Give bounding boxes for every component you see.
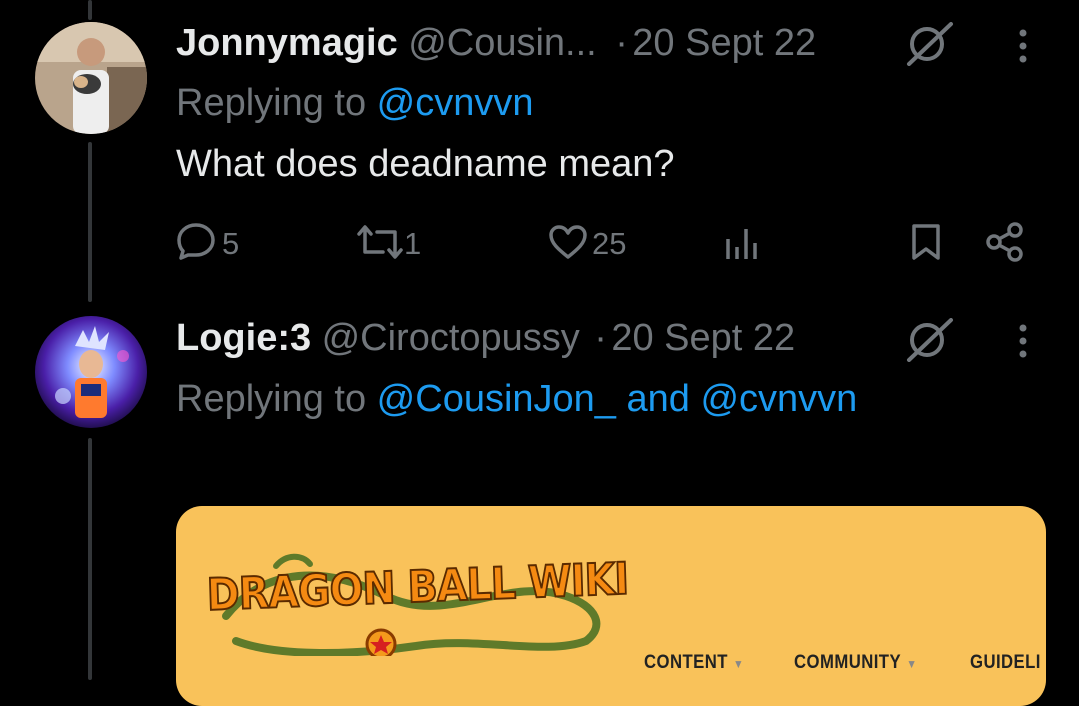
thread-line-top: [88, 0, 92, 20]
tweet-date[interactable]: 20 Sept 22: [611, 317, 795, 359]
wiki-nav-community[interactable]: COMMUNITY ▼: [794, 652, 917, 674]
bookmark-icon[interactable]: [910, 223, 942, 261]
reply-icon[interactable]: [176, 222, 216, 260]
like-icon[interactable]: [548, 224, 588, 260]
replying-to: Replying to @cvnvvn: [176, 82, 534, 125]
replying-and: and: [615, 378, 701, 420]
tweet-date[interactable]: 20 Sept 22: [632, 22, 816, 64]
thread-line-bottom: [88, 438, 92, 680]
user-handle[interactable]: @Ciroctopussy: [322, 317, 580, 359]
grok-icon[interactable]: [903, 318, 955, 362]
tweet-header: Logie:3 @Ciroctopussy · 20 Sept 22: [176, 317, 795, 360]
retweet-count: 1: [404, 226, 422, 261]
replying-to: Replying to @CousinJon_ and @cvnvvn: [176, 378, 857, 421]
avatar[interactable]: [35, 22, 147, 134]
reply-mention[interactable]: @cvnvvn: [700, 378, 857, 420]
replying-prefix: Replying to: [176, 82, 377, 124]
tweet-header: Jonnymagic @Cousin... · 20 Sept 22: [176, 22, 816, 65]
chevron-down-icon: ▼: [733, 657, 745, 671]
replying-prefix: Replying to: [176, 378, 377, 420]
separator-dot: ·: [615, 22, 628, 64]
wiki-nav-content[interactable]: CONTENT ▼: [644, 652, 744, 674]
like-count: 25: [592, 226, 627, 261]
user-handle[interactable]: @Cousin...: [408, 22, 597, 64]
reply-mention[interactable]: @CousinJon_: [377, 378, 616, 420]
more-icon[interactable]: [1017, 323, 1029, 359]
more-icon[interactable]: [1017, 28, 1029, 64]
display-name[interactable]: Logie:3: [176, 317, 311, 359]
retweet-icon[interactable]: [355, 224, 405, 260]
avatar[interactable]: [35, 316, 147, 428]
wiki-nav-guidelines[interactable]: GUIDELI: [970, 652, 1041, 674]
chevron-down-icon: ▼: [906, 657, 918, 671]
thread-line: [88, 142, 92, 302]
views-icon[interactable]: [724, 225, 760, 261]
tweet-text: What does deadname mean?: [176, 143, 675, 185]
reply-count: 5: [222, 226, 240, 261]
wiki-logo: DRAGON BALL WIKI: [205, 546, 630, 660]
display-name[interactable]: Jonnymagic: [176, 22, 398, 64]
separator-dot: ·: [594, 317, 607, 359]
share-icon[interactable]: [985, 222, 1025, 262]
link-preview-card[interactable]: DRAGON BALL WIKI CONTENT ▼ COMMUNITY ▼ GUI…: [176, 506, 1046, 706]
grok-icon[interactable]: [903, 22, 955, 66]
reply-mention[interactable]: @cvnvvn: [377, 82, 534, 124]
